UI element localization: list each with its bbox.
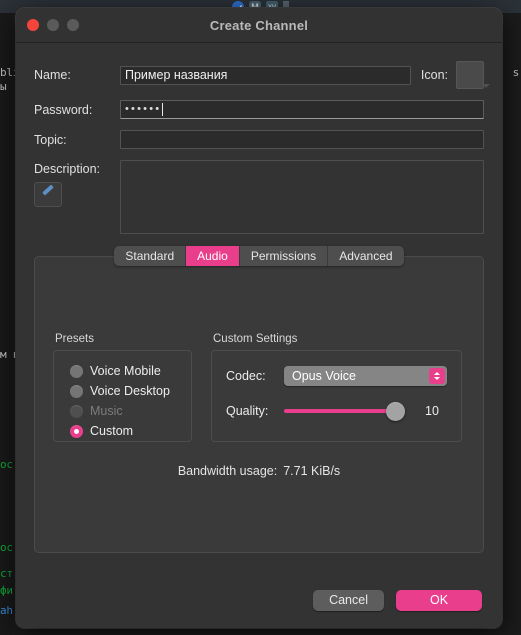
slider-track (284, 409, 393, 413)
name-row: Name: Icon: (34, 61, 490, 89)
chevron-down-icon (434, 377, 440, 380)
radio-label: Music (90, 404, 123, 418)
radio-icon (70, 404, 83, 418)
quality-slider[interactable] (284, 401, 415, 421)
presets-title: Presets (55, 333, 94, 345)
ok-button[interactable]: OK (396, 589, 482, 611)
tab-advanced[interactable]: Advanced (328, 246, 403, 266)
radio-label: Custom (90, 424, 134, 438)
radio-voice-desktop[interactable]: Voice Desktop (54, 381, 191, 401)
description-label: Description: (34, 162, 100, 176)
name-label: Name: (34, 68, 71, 82)
description-label-group: Description: (34, 160, 120, 207)
audio-groups: Presets Voice Mobile Voice Desktop Music… (53, 333, 465, 442)
cancel-button[interactable]: Cancel (313, 589, 384, 611)
radio-voice-mobile[interactable]: Voice Mobile (54, 361, 191, 381)
create-channel-dialog: Create Channel Name: Icon: Password: (16, 8, 502, 628)
codec-value: Opus Voice (292, 369, 356, 383)
radio-custom[interactable]: Custom (54, 421, 191, 441)
window-controls (27, 19, 79, 31)
name-input[interactable] (120, 65, 411, 85)
custom-settings-box: Codec: Opus Voice Quality: 10 (211, 350, 462, 442)
codec-label: Codec: (226, 369, 266, 383)
radio-label: Voice Desktop (90, 384, 170, 398)
bg-text-fragment: s (512, 66, 520, 79)
description-textarea[interactable] (120, 160, 484, 234)
bg-text-fragment: фи (0, 584, 13, 597)
dialog-body: Name: Icon: Password: •••••• (16, 43, 502, 572)
password-masked-value: •••••• (125, 103, 162, 115)
presets-box: Voice Mobile Voice Desktop Music Custom (53, 350, 192, 442)
text-caret (162, 103, 164, 116)
bg-text-fragment: ah (0, 604, 13, 617)
password-row: Password: •••••• (34, 100, 484, 119)
custom-settings-title: Custom Settings (213, 333, 298, 345)
description-edit-button[interactable] (34, 182, 62, 207)
radio-icon (70, 364, 83, 378)
topic-input[interactable] (120, 130, 484, 149)
icon-picker-button[interactable] (456, 61, 490, 89)
quality-row: Quality: 10 (226, 400, 447, 422)
codec-select[interactable]: Opus Voice (284, 366, 447, 386)
slider-knob[interactable] (386, 401, 405, 421)
description-row: Description: (34, 160, 484, 234)
radio-icon-selected (70, 424, 83, 438)
chevron-down-icon (482, 84, 490, 88)
radio-label: Voice Mobile (90, 364, 161, 378)
bg-text-fragment: ст (0, 567, 13, 580)
pencil-icon (42, 184, 54, 196)
tab-permissions[interactable]: Permissions (240, 246, 329, 266)
bg-text-fragment: ос (0, 458, 13, 471)
close-button[interactable] (27, 19, 39, 31)
minimize-button[interactable] (47, 19, 59, 31)
bandwidth-usage: Bandwidth usage: 7.71 KiB/s (53, 464, 465, 478)
password-label: Password: (34, 102, 93, 117)
topic-label: Topic: (34, 132, 67, 147)
quality-value: 10 (425, 404, 439, 418)
bandwidth-label: Bandwidth usage: (177, 464, 278, 478)
tab-standard[interactable]: Standard (114, 246, 187, 266)
desktop-backdrop: M xv bli ы s м н ос ос ст фи ah Create C… (0, 0, 521, 635)
codec-row: Codec: Opus Voice (226, 365, 447, 387)
presets-group: Presets Voice Mobile Voice Desktop Music… (53, 333, 192, 442)
dialog-footer: Cancel OK (16, 572, 502, 628)
channel-form: Name: Icon: Password: •••••• (34, 61, 490, 234)
quality-label: Quality: (226, 404, 269, 418)
maximize-button[interactable] (67, 19, 79, 31)
topic-row: Topic: (34, 130, 484, 149)
window-title: Create Channel (209, 17, 309, 33)
password-input[interactable]: •••••• (120, 100, 484, 119)
tab-bar: Standard Audio Permissions Advanced (34, 246, 484, 266)
icon-label: Icon: (420, 68, 448, 82)
bandwidth-value: 7.71 KiB/s (283, 464, 341, 478)
custom-settings-group: Custom Settings Codec: Opus Voice Qualit… (211, 333, 462, 442)
dialog-title-bar[interactable]: Create Channel (16, 8, 502, 43)
stepper-updown-icon[interactable] (429, 368, 445, 384)
bg-text-fragment: ос (0, 541, 13, 554)
audio-tab-panel: Presets Voice Mobile Voice Desktop Music… (34, 256, 484, 553)
radio-icon (70, 384, 83, 398)
bg-text-fragment: ы (0, 80, 7, 93)
radio-music: Music (54, 401, 191, 421)
chevron-up-icon (434, 372, 440, 375)
tab-audio[interactable]: Audio (186, 246, 240, 266)
